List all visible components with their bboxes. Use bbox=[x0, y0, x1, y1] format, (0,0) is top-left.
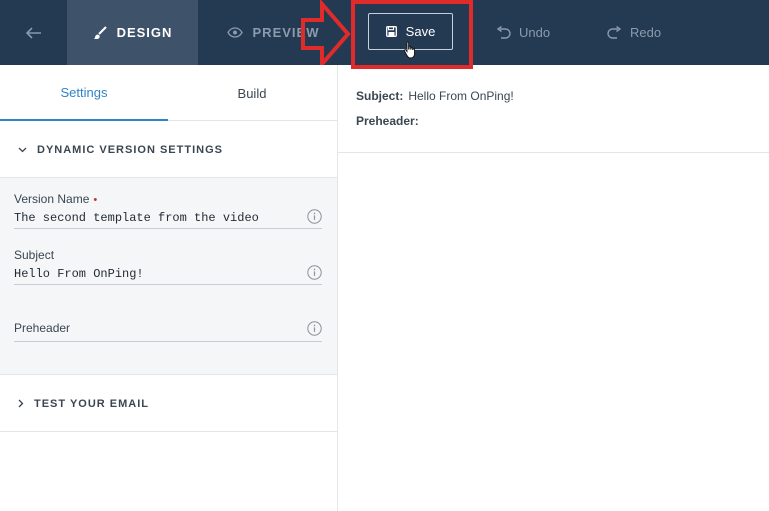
version-name-field: Version Name • The second template from t… bbox=[14, 192, 322, 230]
settings-panel: Settings Build DYNAMIC VERSION SETTINGS … bbox=[0, 65, 338, 511]
undo-icon bbox=[496, 25, 511, 39]
version-name-label: Version Name bbox=[14, 192, 90, 206]
preview-preheader-label: Preheader: bbox=[356, 114, 419, 128]
email-preview-header: Subject: Hello From OnPing! Preheader: bbox=[338, 65, 769, 153]
preview-subject-value: Hello From OnPing! bbox=[408, 89, 514, 103]
info-icon[interactable] bbox=[307, 265, 322, 280]
tab-settings[interactable]: Settings bbox=[0, 65, 168, 121]
chevron-right-icon bbox=[18, 399, 24, 408]
panel-tabs: Settings Build bbox=[0, 65, 337, 121]
subject-field: Subject Hello From OnPing! bbox=[14, 248, 322, 286]
subject-input[interactable]: Hello From OnPing! bbox=[14, 267, 144, 281]
dynamic-version-settings-header[interactable]: DYNAMIC VERSION SETTINGS bbox=[0, 122, 337, 178]
dynamic-version-settings-body: Version Name • The second template from t… bbox=[0, 178, 337, 375]
field-underline bbox=[14, 228, 322, 229]
highlight-arrow bbox=[301, 0, 351, 68]
undo-label: Undo bbox=[519, 25, 551, 40]
field-underline bbox=[14, 284, 322, 285]
hand-cursor-icon bbox=[403, 41, 415, 59]
version-name-label-row: Version Name • bbox=[14, 192, 322, 206]
field-underline bbox=[14, 341, 322, 342]
subject-label: Subject bbox=[14, 248, 55, 262]
redo-icon bbox=[607, 25, 622, 39]
design-tab[interactable]: DESIGN bbox=[67, 0, 198, 65]
design-tab-label: DESIGN bbox=[116, 25, 173, 40]
required-marker: • bbox=[93, 194, 98, 206]
undo-button[interactable]: Undo bbox=[496, 0, 550, 65]
version-name-input[interactable]: The second template from the video bbox=[14, 211, 259, 225]
redo-button[interactable]: Redo bbox=[607, 0, 661, 65]
redo-label: Redo bbox=[630, 25, 662, 40]
test-your-email-header[interactable]: TEST YOUR EMAIL bbox=[0, 376, 337, 432]
preheader-field: Preheader bbox=[14, 321, 322, 343]
info-icon[interactable] bbox=[307, 209, 322, 224]
chevron-down-icon bbox=[18, 147, 27, 152]
preheader-label[interactable]: Preheader bbox=[14, 321, 322, 335]
back-button[interactable] bbox=[0, 0, 67, 65]
preview-subject-label: Subject: bbox=[356, 89, 404, 103]
tab-build[interactable]: Build bbox=[168, 65, 336, 121]
info-icon[interactable] bbox=[307, 321, 322, 336]
brush-icon bbox=[93, 25, 107, 39]
eye-icon bbox=[226, 27, 243, 38]
section-title: DYNAMIC VERSION SETTINGS bbox=[37, 143, 223, 156]
arrow-left-icon bbox=[25, 26, 41, 39]
preview-subject-row: Subject: Hello From OnPing! bbox=[356, 89, 514, 103]
preview-preheader-row: Preheader: bbox=[356, 114, 424, 128]
section-title: TEST YOUR EMAIL bbox=[34, 397, 150, 410]
